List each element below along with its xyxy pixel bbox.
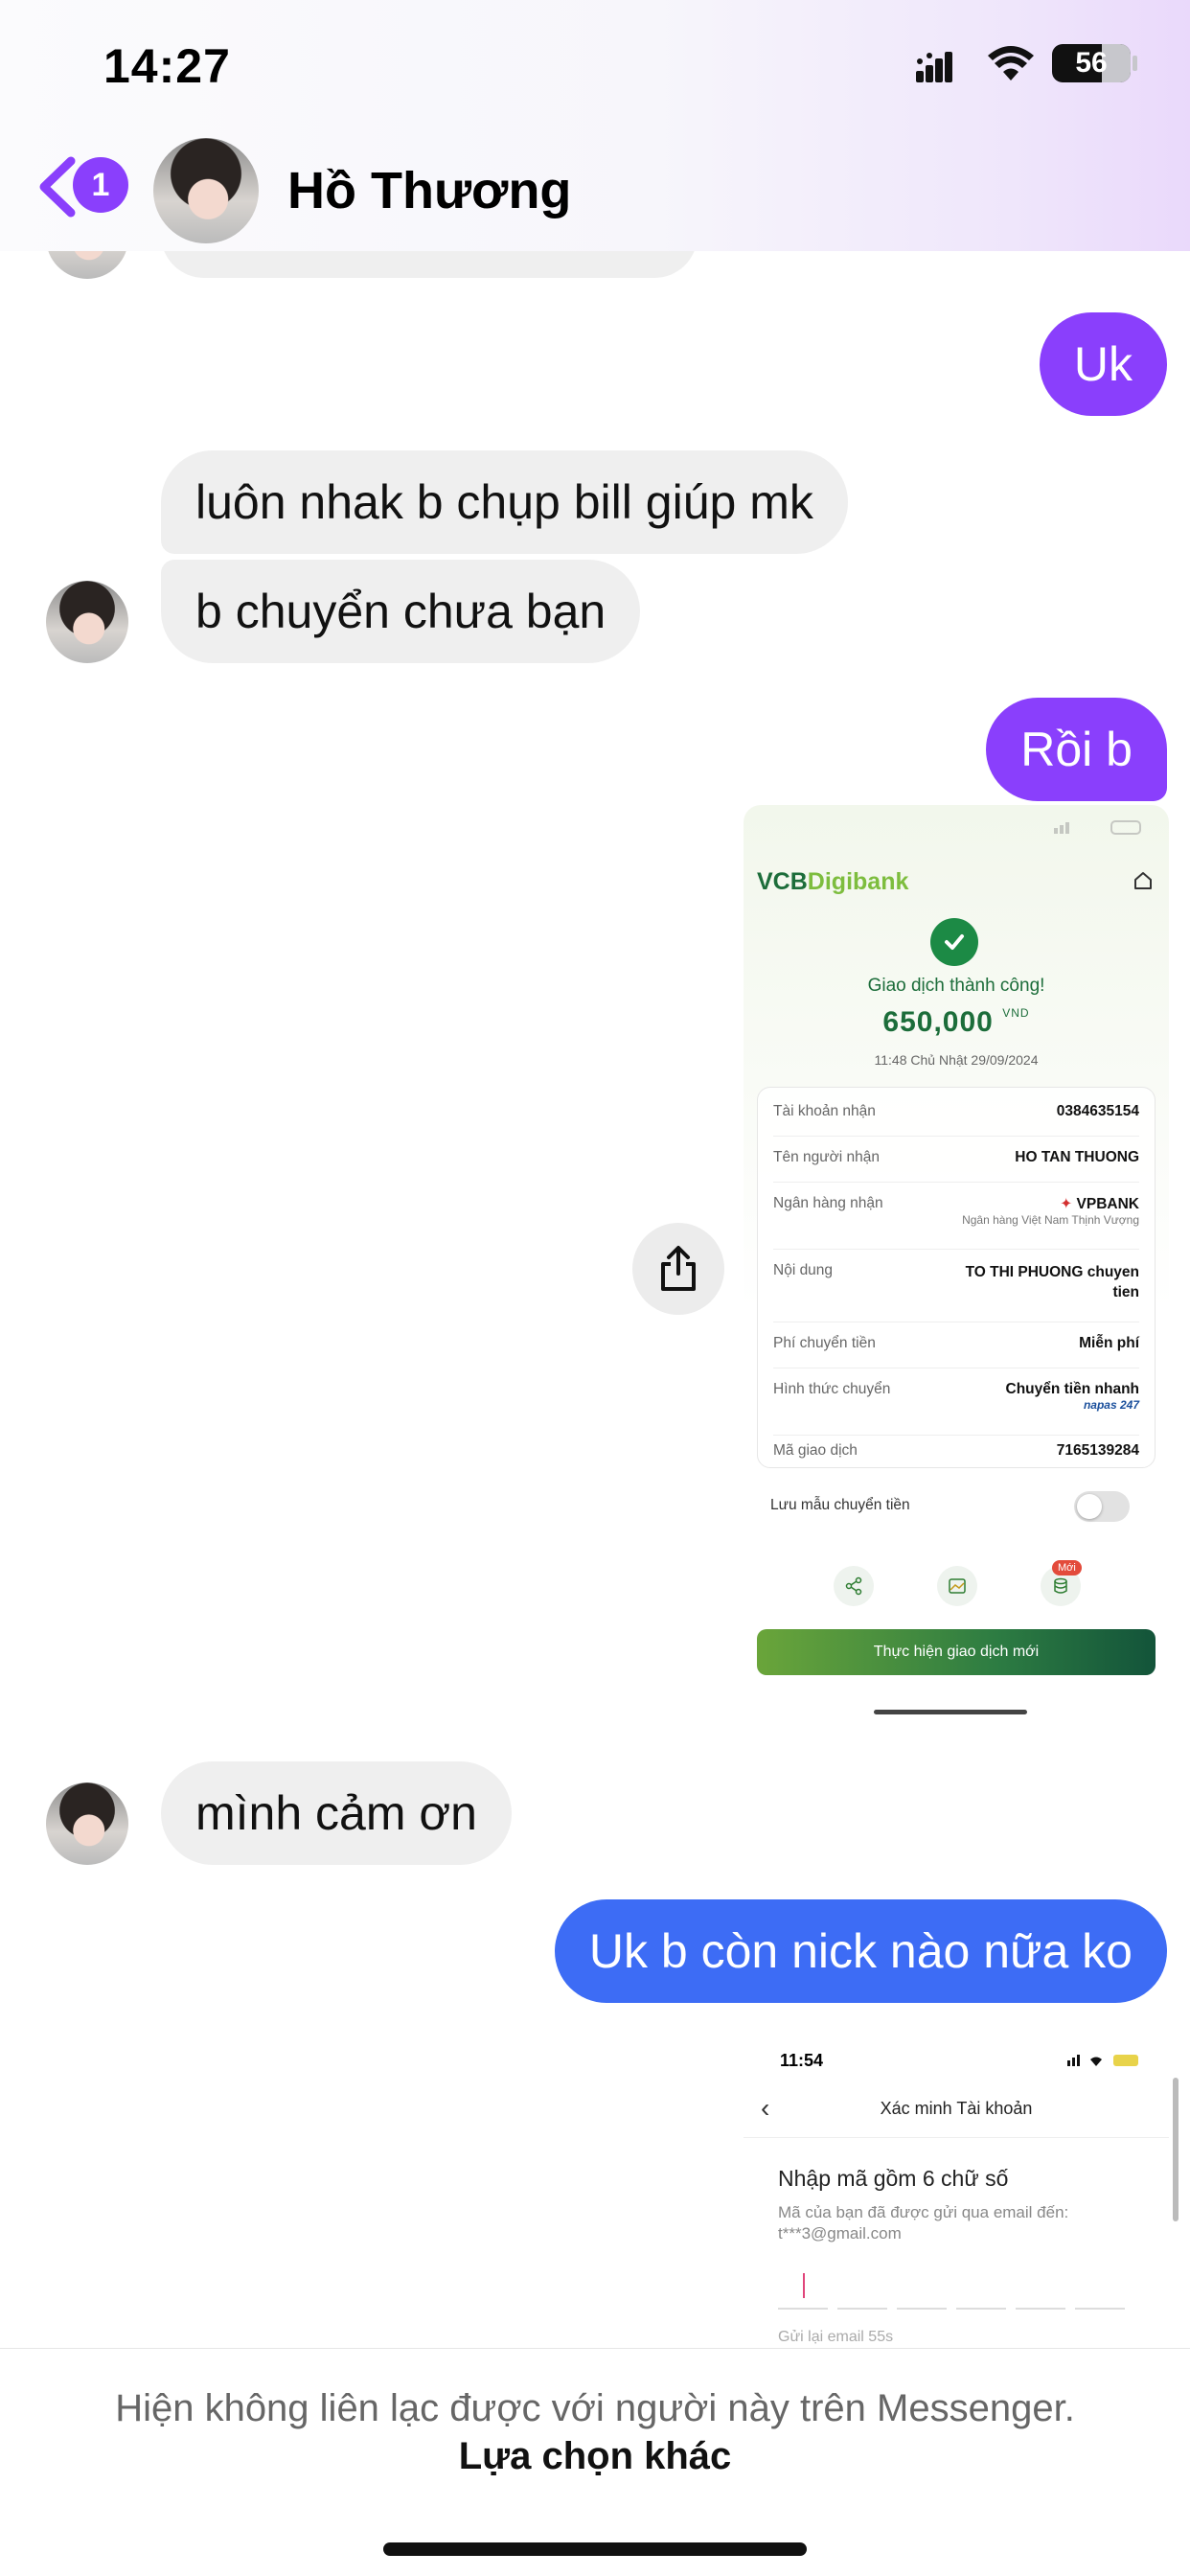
unread-badge[interactable]: 1 — [73, 157, 128, 213]
code-digit-box — [956, 2269, 1006, 2310]
detail-label: Phí chuyển tiền — [773, 1335, 876, 1351]
verification-image[interactable]: 11:54 ‹ Xác minh Tài khoản Nhập mã gồm 6… — [744, 2030, 1190, 2348]
wifi-icon — [987, 44, 1035, 82]
success-check-icon — [930, 918, 978, 966]
new-transaction-button: Thực hiện giao dịch mới — [757, 1629, 1156, 1675]
detail-value: HO TAN THUONG — [1015, 1149, 1139, 1165]
detail-row: Hình thức chuyển Chuyển tiền nhanh napas 2… — [773, 1381, 1139, 1412]
contact-avatar-small — [46, 1782, 128, 1865]
detail-value: 0384635154 — [1056, 1103, 1139, 1119]
battery-cap — [1133, 56, 1137, 71]
transaction-datetime: 11:48 Chủ Nhật 29/09/2024 — [874, 1052, 1039, 1068]
receipt-image[interactable]: VCBDigibank Giao dịch thành công! 650,00… — [744, 805, 1169, 1725]
contact-name[interactable]: Hồ Thương — [287, 161, 571, 220]
verify-divider — [744, 2137, 1169, 2138]
code-digit-box — [1016, 2269, 1065, 2310]
share-circle-icon — [834, 1566, 874, 1606]
detail-value: ✦ VPBANK Ngân hàng Việt Nam Thịnh Vượng — [962, 1196, 1139, 1227]
transaction-status: Giao dịch thành công! — [867, 976, 1045, 996]
contact-avatar[interactable] — [153, 138, 259, 243]
home-indicator[interactable] — [383, 2542, 807, 2556]
message-sent[interactable]: Uk — [1039, 312, 1167, 416]
detail-value: 7165139284 — [1056, 1442, 1139, 1459]
chat-header: 14:27 56 1 Hồ Thương — [0, 0, 1190, 251]
detail-row: Ngân hàng nhận ✦ VPBANK Ngân hàng Việt Nam… — [773, 1195, 1139, 1227]
detail-row: Tên người nhận HO TAN THUONG — [773, 1149, 1139, 1166]
contact-avatar-small — [46, 581, 128, 663]
other-options-link[interactable]: Lựa chọn khác — [0, 2435, 1190, 2478]
unavailable-footer: Hiện không liên lạc được với người này t… — [0, 2348, 1190, 2576]
share-icon — [661, 1246, 696, 1291]
detail-row: Mã giao dịch 7165139284 — [773, 1442, 1139, 1460]
transaction-details: Tài khoản nhận 0384635154 Tên người nhận H… — [757, 1087, 1156, 1468]
status-time: 14:27 — [103, 39, 231, 93]
verify-scrollbar — [1173, 2078, 1179, 2221]
receipt-home-indicator — [874, 1710, 1027, 1714]
detail-label: Mã giao dịch — [773, 1442, 858, 1459]
detail-value: Chuyển tiền nhanh napas 247 — [1005, 1381, 1140, 1412]
code-digit-box — [897, 2269, 947, 2310]
verify-title: Xác minh Tài khoản — [880, 2099, 1033, 2118]
unavailable-notice: Hiện không liên lạc được với người này t… — [115, 2387, 1075, 2429]
detail-value: Miễn phí — [1079, 1335, 1139, 1351]
image-icon — [937, 1566, 977, 1606]
text-caret — [803, 2273, 805, 2298]
detail-label: Ngân hàng nhận — [773, 1195, 883, 1211]
transaction-amount: 650,000 VND — [744, 1006, 1169, 1039]
signal-icon — [916, 50, 964, 82]
detail-row: Nội dung TO THI PHUONG chuyen tien — [773, 1262, 1139, 1302]
detail-row: Tài khoản nhận 0384635154 — [773, 1103, 1139, 1120]
save-template-label: Lưu mẫu chuyển tiền — [770, 1497, 910, 1513]
vcb-logo-main: VCB — [757, 868, 808, 895]
message-received[interactable]: luôn nhak b chụp bill giúp mk — [161, 450, 848, 554]
battery-icon: 56 — [1052, 44, 1131, 82]
detail-value: TO THI PHUONG chuyen tien — [965, 1264, 1139, 1300]
detail-row: Phí chuyển tiền Miễn phí — [773, 1335, 1139, 1352]
verify-status-time: 11:54 — [780, 2051, 824, 2070]
verify-status-icons — [1067, 2053, 1144, 2073]
save-template-toggle — [1074, 1491, 1130, 1522]
vcb-logo-sub: Digibank — [807, 868, 909, 895]
amount-value: 650,000 — [882, 1006, 994, 1038]
code-digit-box — [1075, 2269, 1125, 2310]
message-received[interactable]: mình cảm ơn — [161, 1761, 512, 1865]
message-sent[interactable]: Rồi b — [986, 698, 1167, 801]
messenger-screen: { "status_bar": {"time": "14:27", "batte… — [0, 0, 1190, 2576]
detail-label: Tài khoản nhận — [773, 1103, 876, 1119]
verify-description: Mã của bạn đã được gửi qua email đến: t*… — [778, 2203, 1069, 2242]
home-icon — [1133, 870, 1154, 896]
message-received[interactable]: b chuyển chưa bạn — [161, 560, 641, 663]
verify-heading: Nhập mã gồm 6 chữ số — [778, 2166, 1009, 2191]
resend-email: Gửi lại email 55s — [778, 2329, 894, 2345]
napas-logo: napas 247 — [1083, 1398, 1139, 1412]
vcb-logo: VCBDigibank — [757, 868, 908, 896]
detail-label: Nội dung — [773, 1262, 834, 1278]
detail-sub: Ngân hàng Việt Nam Thịnh Vượng — [962, 1213, 1139, 1227]
receipt-status-icons — [1054, 818, 1150, 836]
amount-currency: VND — [1002, 1006, 1030, 1020]
detail-label: Tên người nhận — [773, 1149, 881, 1165]
share-button[interactable] — [632, 1223, 724, 1315]
battery-level: 56 — [1075, 47, 1108, 79]
code-digit-box — [837, 2269, 887, 2310]
message-sent-latest[interactable]: Uk b còn nick nào nữa ko — [554, 1899, 1167, 2003]
new-badge: Mới — [1052, 1560, 1082, 1576]
detail-label: Hình thức chuyển — [773, 1381, 891, 1397]
